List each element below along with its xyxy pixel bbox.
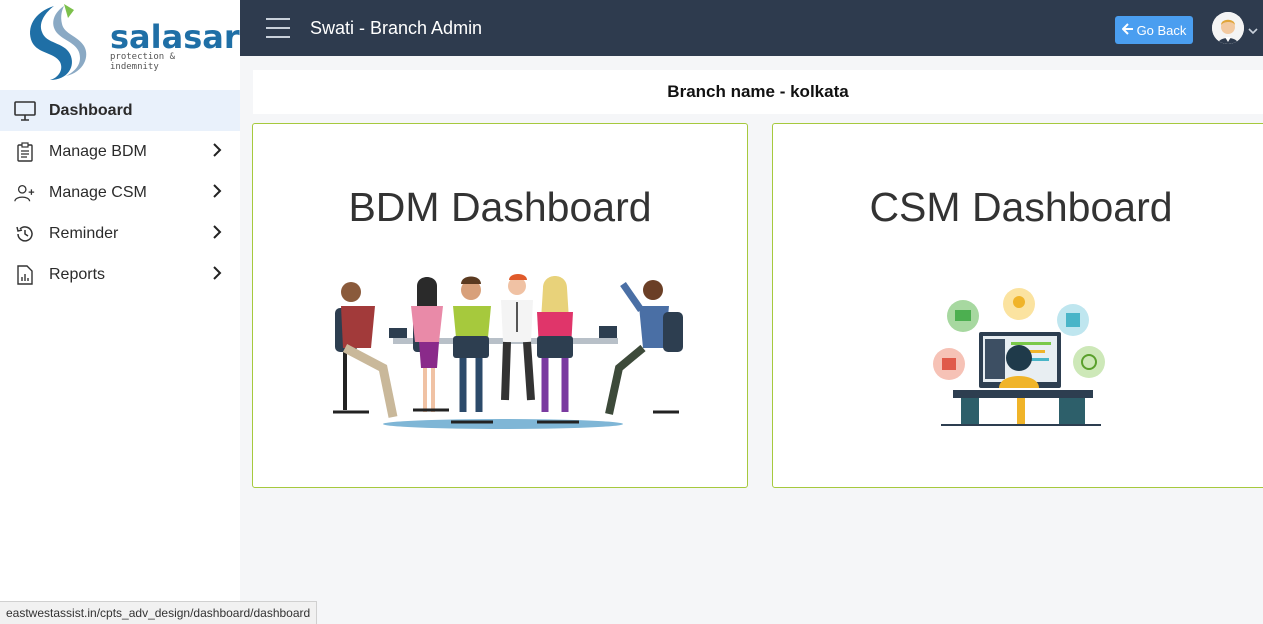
sidebar-item-manage-csm[interactable]: Manage CSM [0, 172, 240, 213]
chevron-right-icon [212, 224, 222, 245]
brand-tagline: protection & indemnity [110, 52, 176, 72]
page-title: Swati - Branch Admin [310, 18, 483, 38]
sidebar-item-label: Reminder [49, 224, 119, 242]
clipboard-icon [14, 141, 36, 163]
user-plus-icon [14, 182, 36, 204]
monitor-icon [14, 100, 36, 122]
sidebar-item-label: Dashboard [49, 101, 133, 119]
sidebar-nav: Dashboard Manage BDM Manage CSM Reminder… [0, 90, 240, 295]
salasar-logo-mark [30, 4, 87, 80]
sidebar-item-label: Manage CSM [49, 183, 147, 201]
developer-workspace-illustration [933, 288, 1105, 426]
sidebar: salasar protection & indemnity Dashboard… [0, 0, 240, 624]
sidebar-item-manage-bdm[interactable]: Manage BDM [0, 131, 240, 172]
brand-name: salasar [110, 18, 240, 56]
brand-logo[interactable]: salasar protection & indemnity [24, 0, 240, 84]
menu-toggle-icon[interactable] [266, 18, 290, 38]
bdm-dashboard-card[interactable]: BDM Dashboard [252, 123, 748, 488]
chevron-right-icon [212, 265, 222, 286]
go-back-button[interactable]: Go Back [1115, 16, 1193, 44]
top-navbar: Swati - Branch Admin Go Back [240, 0, 1263, 56]
sidebar-item-reminder[interactable]: Reminder [0, 213, 240, 254]
chevron-down-icon[interactable] [1248, 22, 1258, 40]
sidebar-item-dashboard[interactable]: Dashboard [0, 90, 240, 131]
go-back-label: Go Back [1136, 22, 1187, 38]
sidebar-item-reports[interactable]: Reports [0, 254, 240, 295]
history-icon [14, 223, 36, 245]
sidebar-item-label: Reports [49, 265, 106, 283]
report-icon [14, 264, 36, 286]
chevron-right-icon [212, 142, 222, 163]
chevron-right-icon [212, 183, 222, 204]
sidebar-item-label: Manage BDM [49, 142, 147, 160]
team-meeting-illustration [333, 274, 683, 429]
browser-status-url: eastwestassist.in/cpts_adv_design/dashbo… [0, 601, 318, 624]
branch-name-banner: Branch name - kolkata [253, 70, 1263, 114]
csm-dashboard-card[interactable]: CSM Dashboard [772, 123, 1263, 488]
arrow-left-icon [1121, 22, 1134, 38]
card-title: CSM Dashboard [869, 184, 1173, 230]
user-avatar[interactable] [1212, 12, 1244, 44]
card-title: BDM Dashboard [348, 184, 652, 230]
